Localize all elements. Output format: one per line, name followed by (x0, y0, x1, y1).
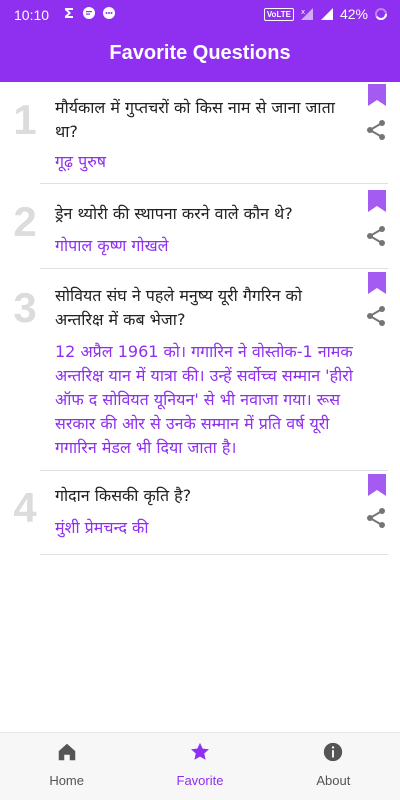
nav-about[interactable]: About (267, 733, 400, 800)
bottom-navigation: Home Favorite About (0, 732, 400, 800)
signal-x-icon: x (300, 8, 313, 20)
favorite-question-list: 1 मौर्यकाल में गुप्तचरों को किस नाम से ज… (0, 82, 400, 555)
chat-icon (83, 7, 95, 19)
answer-text: गोपाल कृष्ण गोखले (55, 236, 169, 255)
page-title: Favorite Questions (109, 42, 291, 64)
question-text: ड्रेन थ्योरी की स्थापना करने वाले कौन थे… (55, 204, 293, 223)
bookmark-icon[interactable] (368, 84, 386, 106)
system-status: VoLTE x 42% (263, 6, 388, 22)
sigma-icon (65, 8, 73, 18)
nav-about-label: About (316, 773, 351, 788)
question-number: 3 (13, 284, 37, 331)
bookmark-icon[interactable] (368, 272, 386, 294)
question-card: 3 सोवियत संघ ने पहले मनुष्य यूरी गैगरिन … (0, 268, 400, 471)
question-number: 4 (13, 484, 37, 531)
share-icon[interactable] (364, 506, 388, 530)
question-number: 1 (13, 96, 37, 143)
app-header: 10:10 VoLTE x 42% Favorite Questions (0, 0, 400, 82)
info-icon (324, 742, 343, 762)
nav-home-label: Home (49, 773, 84, 788)
bookmark-icon[interactable] (368, 474, 386, 496)
bookmark-icon[interactable] (368, 190, 386, 212)
question-card: 1 मौर्यकाल में गुप्तचरों को किस नाम से ज… (0, 82, 400, 184)
status-bar: 10:10 VoLTE x 42% (0, 0, 400, 30)
question-card: 4 गोदान किसकी कृति है? मुंशी प्रेमचन्द क… (0, 470, 400, 555)
notification-icons (62, 6, 116, 20)
question-number: 2 (13, 198, 37, 245)
status-time: 10:10 (14, 7, 50, 23)
divider (40, 554, 388, 555)
svg-text:x: x (301, 8, 305, 16)
nav-home[interactable]: Home (0, 733, 133, 800)
more-dots-icon (103, 7, 115, 19)
battery-ring-icon (375, 8, 387, 20)
answer-text: 12 अप्रैल 1961 को। गगारिन ने वोस्तोक-1 न… (55, 342, 353, 457)
nav-favorite-label: Favorite (176, 773, 224, 788)
nav-favorite[interactable]: Favorite (133, 733, 266, 800)
share-icon[interactable] (364, 224, 388, 248)
question-text: गोदान किसकी कृति है? (55, 486, 192, 505)
home-icon (58, 743, 75, 761)
answer-text: मुंशी प्रेमचन्द की (55, 518, 149, 537)
signal-icon (320, 8, 333, 20)
answer-text: गूढ़ पुरुष (55, 152, 107, 171)
question-card: 2 ड्रेन थ्योरी की स्थापना करने वाले कौन … (0, 184, 400, 269)
star-icon (191, 742, 209, 760)
volte-badge: VoLTE (263, 7, 294, 21)
share-icon[interactable] (364, 118, 388, 142)
share-icon[interactable] (364, 304, 388, 328)
question-text: मौर्यकाल में गुप्तचरों को किस नाम से जान… (55, 98, 335, 141)
question-text: सोवियत संघ ने पहले मनुष्य यूरी गैगरिन को… (55, 286, 302, 329)
battery-percent: 42% (339, 6, 368, 22)
